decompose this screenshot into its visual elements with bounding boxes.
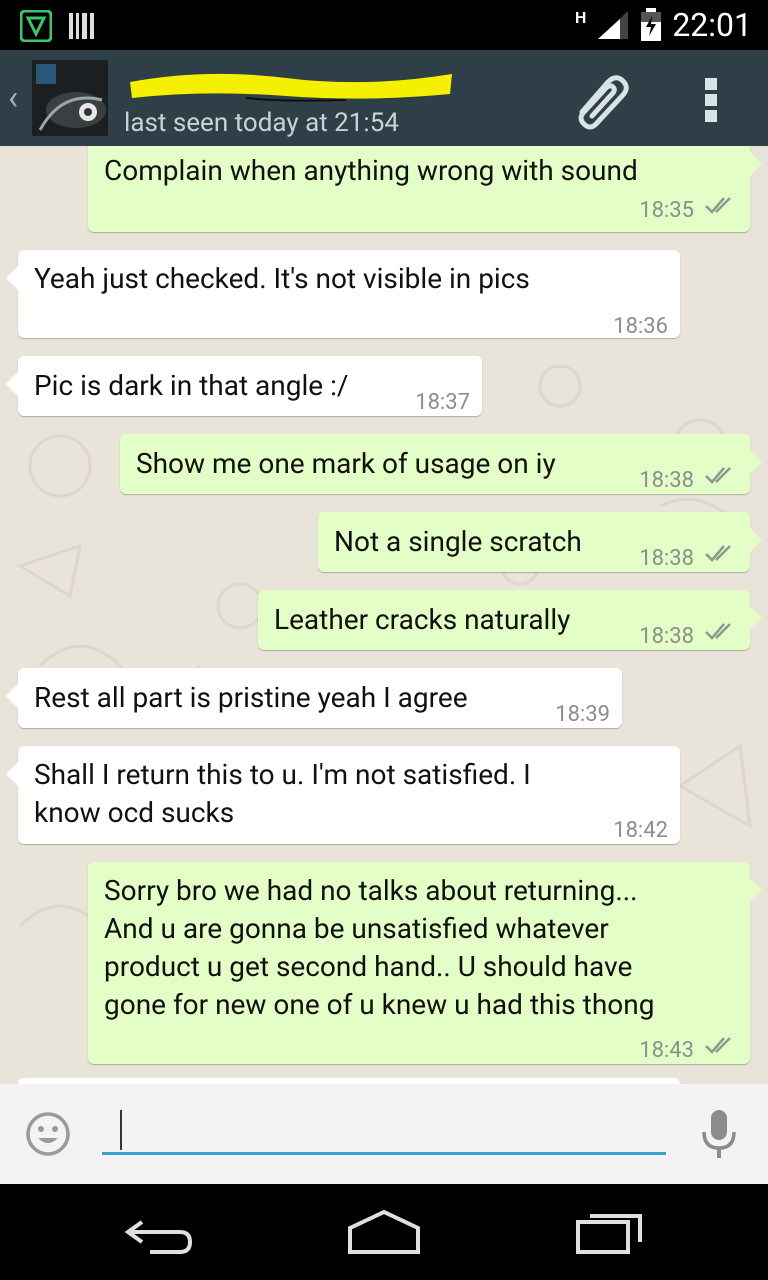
double-check-icon [705, 197, 731, 214]
message-incoming[interactable]: Yeah just checked. It's not visible in p… [6, 250, 680, 339]
message-incoming[interactable]: Rest all part is pristine yeah I agree 1… [6, 668, 622, 728]
battery-icon [641, 8, 662, 41]
message-text: Rest all part is pristine yeah I agree [34, 681, 468, 714]
text-caret [120, 1110, 122, 1150]
back-nav-icon [124, 1220, 193, 1254]
message-text: Yeah just checked. It's not visible in p… [34, 262, 530, 295]
message-time: 18:38 [639, 624, 694, 649]
message-text: Pic is dark in that angle :/ [34, 369, 349, 402]
message-text: Sorry bro we had no talks about returnin… [104, 874, 655, 1021]
message-time: 18:38 [639, 468, 694, 493]
double-check-icon [705, 467, 731, 484]
recents-nav-button[interactable] [570, 1206, 650, 1258]
barcode-icon [69, 13, 94, 39]
signal-icon [598, 11, 629, 39]
message-time: 18:39 [555, 702, 610, 727]
attach-paperclip-icon [578, 75, 629, 130]
message-text: Not a single scratch [334, 525, 582, 558]
emoji-icon [26, 1112, 70, 1156]
message-incoming[interactable]: Pic is dark in that angle :/ 18:37 [6, 356, 482, 416]
message-time: 18:37 [415, 390, 470, 415]
message-time: 18:38 [639, 546, 694, 571]
last-seen-status: last seen today at 21:54 [124, 108, 399, 138]
attach-button[interactable] [568, 68, 632, 132]
voice-record-button[interactable] [700, 1108, 738, 1160]
overflow-menu-button[interactable] [690, 72, 734, 128]
recents-nav-icon [576, 1214, 642, 1254]
compose-bar [0, 1084, 768, 1184]
message-incoming[interactable]: Shall I return this to u. I'm not satisf… [6, 746, 680, 844]
message-time: 18:42 [613, 818, 668, 843]
double-check-icon [705, 545, 731, 562]
double-check-icon [705, 623, 731, 640]
clock: 22:01 [672, 6, 752, 44]
message-time: 18:43 [639, 1038, 694, 1063]
message-text: Show me one mark of usage on iy [136, 447, 556, 480]
back-nav-button[interactable] [120, 1206, 200, 1258]
message-outgoing[interactable]: Not a single scratch 18:38 [318, 512, 762, 572]
contact-name-redacted[interactable] [126, 64, 452, 102]
status-bar: H 22:01 [0, 0, 768, 50]
message-list[interactable]: Complain when anything wrong with sound … [0, 146, 768, 1084]
message-outgoing[interactable]: Leather cracks naturally 18:38 [258, 590, 762, 650]
message-input[interactable] [102, 1106, 666, 1155]
double-check-icon [705, 1037, 731, 1054]
avatar[interactable] [32, 60, 108, 136]
chat-header: ‹ last seen today at 21:54 [0, 50, 768, 146]
microphone-icon [702, 1110, 736, 1158]
overflow-menu-icon [705, 78, 717, 122]
message-text: Shall I return this to u. I'm not satisf… [34, 758, 531, 829]
message-outgoing[interactable]: Show me one mark of usage on iy 18:38 [120, 434, 762, 494]
shield-app-icon [20, 10, 52, 42]
network-type-label: H [575, 7, 587, 27]
home-nav-button[interactable] [344, 1206, 424, 1258]
message-time: 18:36 [613, 314, 668, 339]
emoji-button[interactable] [24, 1110, 72, 1158]
back-chevron-icon[interactable]: ‹ [8, 78, 18, 118]
message-outgoing[interactable]: Complain when anything wrong with sound … [88, 146, 762, 232]
home-nav-icon [348, 1209, 420, 1254]
system-nav-bar [0, 1184, 768, 1280]
message-time: 18:35 [639, 198, 694, 223]
message-outgoing[interactable]: Sorry bro we had no talks about returnin… [88, 862, 762, 1064]
message-text: Leather cracks naturally [274, 603, 571, 636]
message-text: Complain when anything wrong with sound [104, 154, 638, 187]
